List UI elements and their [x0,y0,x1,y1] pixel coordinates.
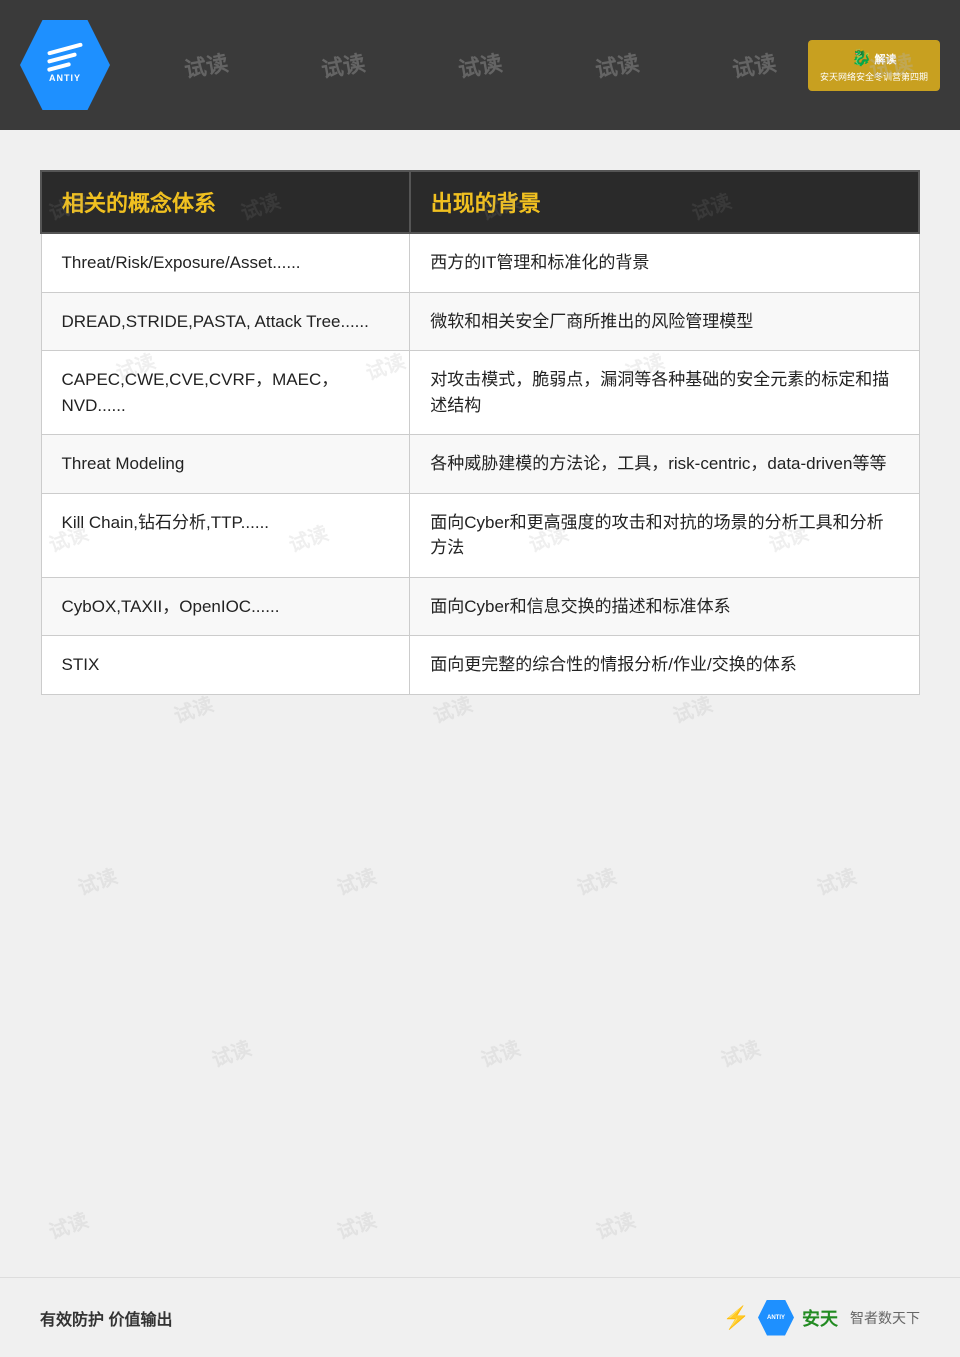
header-right: 🐉 解读 安天网络安全冬训营第四期 [808,40,940,91]
table-cell-right: 面向Cyber和更高强度的攻击和对抗的场景的分析工具和分析方法 [410,493,919,577]
table-row: DREAD,STRIDE,PASTA, Attack Tree......微软和… [41,292,919,351]
table-cell-right: 对攻击模式，脆弱点，漏洞等各种基础的安全元素的标定和描述结构 [410,351,919,435]
pwm-17: 试读 [572,860,620,901]
table-cell-left: Threat Modeling [41,435,410,494]
logo-line-1 [47,42,83,55]
table-header-row: 相关的概念体系 出现的背景 [41,171,919,233]
footer-logo-text: ANTIY [767,1315,785,1321]
antiy-logo: ANTIY [20,20,110,110]
footer-left-text: 有效防护 价值输出 [40,1306,172,1330]
watermark-6: 试读 [730,45,779,84]
table-cell-left: DREAD,STRIDE,PASTA, Attack Tree...... [41,292,410,351]
watermark-2: 试读 [181,45,230,84]
table-row: Kill Chain,钻石分析,TTP......面向Cyber和更高强度的攻击… [41,493,919,577]
table-row: STIX面向更完整的综合性的情报分析/作业/交换的体系 [41,636,919,695]
footer: 有效防护 价值输出 ⚡ ANTIY 安天 智者数天下 [0,1277,960,1357]
logo-line-3 [47,62,71,72]
logo-lines [47,47,83,69]
table-cell-left: CybOX,TAXII，OpenIOC...... [41,577,410,636]
table-row: CybOX,TAXII，OpenIOC......面向Cyber和信息交换的描述… [41,577,919,636]
table-row: CAPEC,CWE,CVE,CVRF，MAEC，NVD......对攻击模式，脆… [41,351,919,435]
lightning-icon: ⚡ [723,1305,750,1331]
concept-table: 相关的概念体系 出现的背景 Threat/Risk/Exposure/Asset… [40,170,920,695]
table-cell-left: Threat/Risk/Exposure/Asset...... [41,233,410,292]
table-cell-left: CAPEC,CWE,CVE,CVRF，MAEC，NVD...... [41,351,410,435]
table-cell-left: STIX [41,636,410,695]
pwm-16: 试读 [332,860,380,901]
footer-logo-hex: ANTIY [758,1300,794,1336]
header: 试读 试读 试读 试读 试读 试读 试读 ANTIY 🐉 解读 安天网络安全冬训… [0,0,960,130]
table-row: Threat Modeling各种威胁建模的方法论，工具，risk-centri… [41,435,919,494]
table-cell-right: 微软和相关安全厂商所推出的风险管理模型 [410,292,919,351]
logo-text: ANTIY [49,73,81,83]
pwm-24: 试读 [591,1204,639,1245]
table-cell-right: 西方的IT管理和标准化的背景 [410,233,919,292]
table-cell-right: 面向更完整的综合性的情报分析/作业/交换的体系 [410,636,919,695]
right-logo-subtext: 安天网络安全冬训营第四期 [820,70,928,83]
footer-brand: 安天 [802,1305,838,1331]
table-cell-left: Kill Chain,钻石分析,TTP...... [41,493,410,577]
pwm-22: 试读 [44,1204,92,1245]
footer-right: ⚡ ANTIY 安天 智者数天下 [723,1300,920,1336]
watermark-5: 试读 [593,45,642,84]
pwm-23: 试读 [332,1204,380,1245]
watermark-4: 试读 [456,45,505,84]
main-content: 相关的概念体系 出现的背景 Threat/Risk/Exposure/Asset… [0,130,960,725]
header-col-left: 相关的概念体系 [41,171,410,233]
table-row: Threat/Risk/Exposure/Asset......西方的IT管理和… [41,233,919,292]
table-cell-right: 各种威胁建模的方法论，工具，risk-centric，data-driven等等 [410,435,919,494]
pwm-20: 试读 [476,1032,524,1073]
pwm-21: 试读 [716,1032,764,1073]
pwm-18: 试读 [812,860,860,901]
footer-brand-sub: 智者数天下 [850,1308,920,1328]
watermark-3: 试读 [318,45,367,84]
header-col-right: 出现的背景 [410,171,919,233]
right-logo-text: 🐉 解读 [820,48,928,68]
right-logo-title: 解读 [874,54,896,66]
table-cell-right: 面向Cyber和信息交换的描述和标准体系 [410,577,919,636]
pwm-19: 试读 [207,1032,255,1073]
right-logo-box: 🐉 解读 安天网络安全冬训营第四期 [808,40,940,91]
pwm-15: 试读 [73,860,121,901]
